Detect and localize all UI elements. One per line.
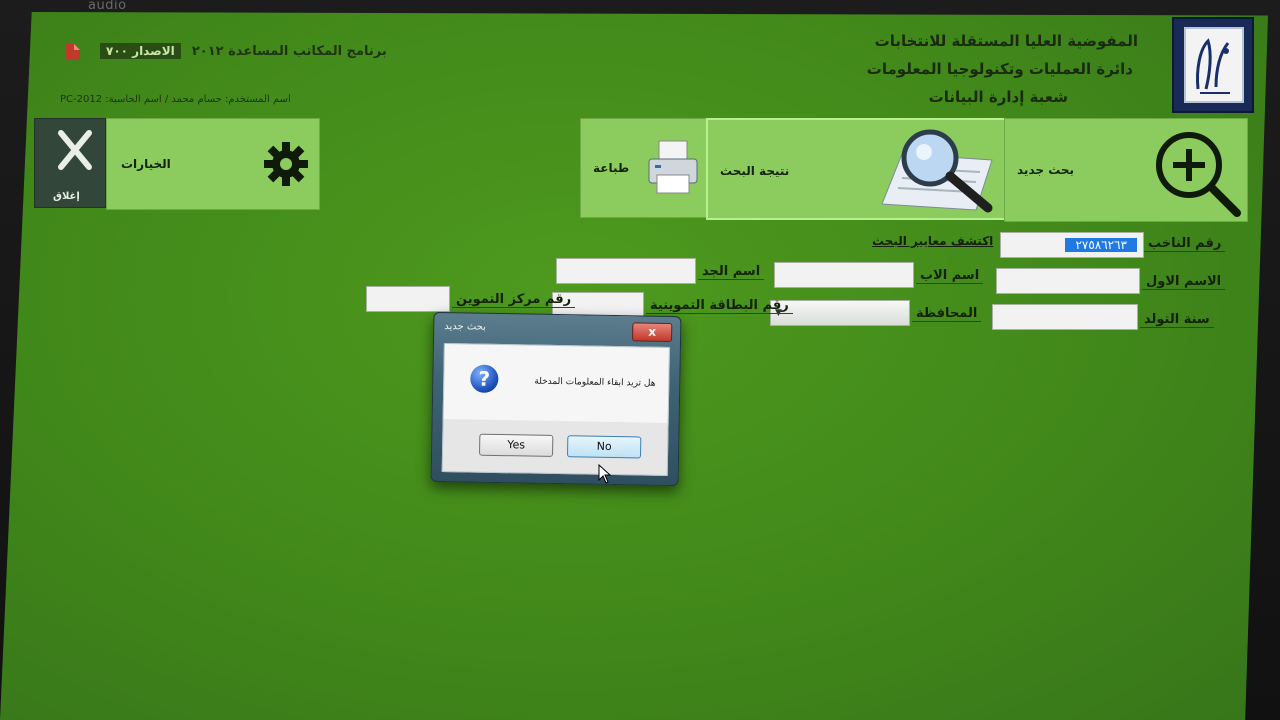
dialog-body: ? هل تريد ابقاء المعلومات المدخلة <box>442 343 670 425</box>
birth-year-input[interactable] <box>992 304 1138 330</box>
app-version-badge: الاصدار ٧٠٠ <box>100 43 181 59</box>
print-tile-label: طباعة <box>593 161 630 175</box>
exit-tile-label: إغلاق <box>53 191 80 202</box>
dialog-close-button[interactable]: x <box>632 322 673 343</box>
grandfather-name-label: اسم الجد <box>698 264 765 280</box>
exit-tile[interactable]: إغلاق <box>34 118 106 208</box>
dialog-title: بحث جديد <box>444 321 487 333</box>
magnifier-document-icon <box>881 129 993 213</box>
org-name-line1: المفوضية العليا المستقلة للانتخابات <box>874 32 1138 50</box>
print-tile[interactable]: طباعة <box>580 118 712 218</box>
first-name-label: الاسم الاول <box>1142 274 1226 290</box>
gear-icon <box>264 142 308 186</box>
options-tile[interactable]: الخيارات <box>106 118 320 210</box>
voter-number-label: رقم الناخب <box>1144 236 1226 252</box>
governorate-label: المحافظة <box>912 306 982 322</box>
dialog-footer: Yes No <box>441 419 669 476</box>
grandfather-name-input[interactable] <box>556 258 696 284</box>
confirm-dialog: بحث جديد x ? هل تريد ابقاء المعلومات الم… <box>430 311 682 487</box>
no-button[interactable]: No <box>566 435 642 459</box>
ration-center-label: رقم مركز التموين <box>452 292 576 308</box>
first-name-input[interactable] <box>996 268 1140 294</box>
new-search-tile-label: بحث جديد <box>1017 163 1075 177</box>
org-name-line3: شعبة إدارة البيانات <box>928 88 1068 106</box>
close-icon <box>58 130 92 170</box>
search-result-tile-label: نتيجة البحث <box>720 164 790 178</box>
birth-year-label: سنة التولد <box>1140 312 1214 328</box>
app-title: برنامج المكاتب المساعدة ٢٠١٢ <box>191 44 387 59</box>
ihec-logo <box>1172 17 1254 113</box>
app-screen: المفوضية العليا المستقلة للانتخابات دائر… <box>0 12 1268 720</box>
printer-icon <box>648 140 698 194</box>
voter-number-input[interactable]: ٢٧٥٨٦٢٦٣ <box>1000 232 1144 258</box>
org-name-line2: دائرة العمليات وتكنولوجيا المعلومات <box>866 60 1133 78</box>
father-name-input[interactable] <box>774 262 914 288</box>
search-add-icon <box>1156 132 1241 217</box>
father-name-label: اسم الاب <box>916 268 984 284</box>
voter-number-value: ٢٧٥٨٦٢٦٣ <box>1065 238 1137 252</box>
new-search-tile[interactable]: بحث جديد <box>1004 118 1248 222</box>
user-info-line: اسم المستخدم: حسام محمد / اسم الحاسبة: P… <box>60 94 291 105</box>
app-title-bar: الاصدار ٧٠٠ برنامج المكاتب المساعدة ٢٠١٢ <box>100 40 387 59</box>
ration-card-label: رقم البطاقة التموينية <box>646 298 793 314</box>
ration-center-input[interactable] <box>366 286 450 312</box>
dialog-message: هل تريد ابقاء المعلومات المدخلة <box>534 376 656 389</box>
mouse-cursor-icon <box>598 464 612 484</box>
options-tile-label: الخيارات <box>121 157 171 171</box>
search-criteria-link[interactable]: اكتشف معايير البحث <box>872 234 993 248</box>
yes-button[interactable]: Yes <box>478 433 554 457</box>
question-icon: ? <box>470 364 499 393</box>
search-result-tile[interactable]: نتيجة البحث <box>706 118 1008 220</box>
app-icon <box>64 42 82 62</box>
bezel-brand-label: audio <box>88 0 127 13</box>
